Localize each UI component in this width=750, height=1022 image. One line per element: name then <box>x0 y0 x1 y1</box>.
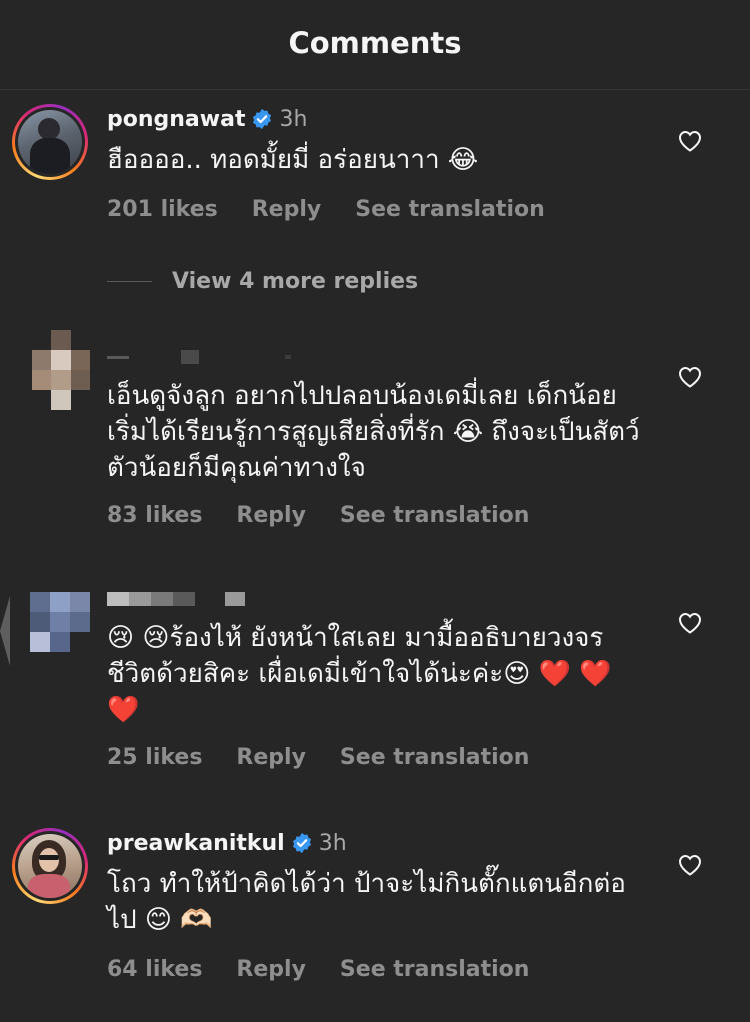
verified-badge-icon <box>292 832 311 854</box>
see-translation-button[interactable]: See translation <box>340 745 530 770</box>
view-replies-label: View 4 more replies <box>172 268 419 294</box>
scroll-edge-indicator <box>0 596 10 666</box>
likes-count[interactable]: 25 likes <box>107 745 202 770</box>
comment-text: 😢 😢ร้องไห้ ยังหน้าใสเลย มามื้ออธิบายวงจร… <box>107 623 620 725</box>
likes-count[interactable]: 64 likes <box>107 957 202 982</box>
avatar[interactable] <box>12 104 88 180</box>
username[interactable] <box>107 592 245 606</box>
reply-button[interactable]: Reply <box>236 957 306 982</box>
verified-badge-icon <box>253 108 272 130</box>
heart-outline-icon[interactable] <box>678 130 702 152</box>
comment-time: 3h <box>318 830 347 856</box>
avatar-figure-face <box>39 848 59 872</box>
username[interactable]: pongnawat <box>107 107 245 132</box>
comment-actions: 201 likes Reply See translation <box>107 194 545 224</box>
avatar[interactable] <box>12 828 88 904</box>
heart-outline-icon[interactable] <box>678 612 702 634</box>
comment-actions: 83 likes Reply See translation <box>107 500 529 530</box>
comment-actions: 25 likes Reply See translation <box>107 742 529 772</box>
see-translation-button[interactable]: See translation <box>340 503 530 528</box>
avatar[interactable] <box>30 592 90 652</box>
reply-button[interactable]: Reply <box>236 745 306 770</box>
username[interactable]: preawkanitkul <box>107 831 285 856</box>
replies-divider-line <box>107 280 152 282</box>
comment-text: โถว ทำให้ป้าคิดได้ว่า ป้าจะไม่กินตั๊กแตน… <box>107 869 626 935</box>
heart-outline-icon[interactable] <box>678 854 702 876</box>
comment-actions: 64 likes Reply See translation <box>107 954 529 984</box>
comment-text: ฮืออออ.. ทอดมั้ยมี่ อร่อยนาาา 😂 <box>107 145 479 175</box>
likes-count[interactable]: 83 likes <box>107 503 202 528</box>
avatar-figure-head <box>38 118 60 140</box>
comment-time: 3h <box>279 106 308 132</box>
avatar-figure-dress <box>28 874 70 898</box>
header-bar: Comments <box>0 0 750 90</box>
username-row: preawkanitkul 3h <box>107 827 347 859</box>
likes-count[interactable]: 201 likes <box>107 197 218 222</box>
see-translation-button[interactable]: See translation <box>355 197 545 222</box>
reply-button[interactable]: Reply <box>252 197 322 222</box>
comment-text: เอ็นดูจังลูก อยากไปปลอบน้องเดมี่เลย เด็ก… <box>107 381 640 483</box>
avatar-photo <box>18 110 82 174</box>
avatar-figure-glasses <box>39 855 59 860</box>
avatar-ring-gap <box>15 831 85 901</box>
avatar-photo <box>18 834 82 898</box>
username[interactable] <box>107 350 291 364</box>
view-more-replies-button[interactable]: View 4 more replies <box>107 266 418 296</box>
reply-button[interactable]: Reply <box>236 503 306 528</box>
see-translation-button[interactable]: See translation <box>340 957 530 982</box>
avatar[interactable] <box>32 330 90 410</box>
avatar-figure-body <box>30 138 70 174</box>
username-row: pongnawat 3h <box>107 103 307 135</box>
page-title: Comments <box>288 26 462 60</box>
heart-outline-icon[interactable] <box>678 366 702 388</box>
avatar-ring-gap <box>15 107 85 177</box>
